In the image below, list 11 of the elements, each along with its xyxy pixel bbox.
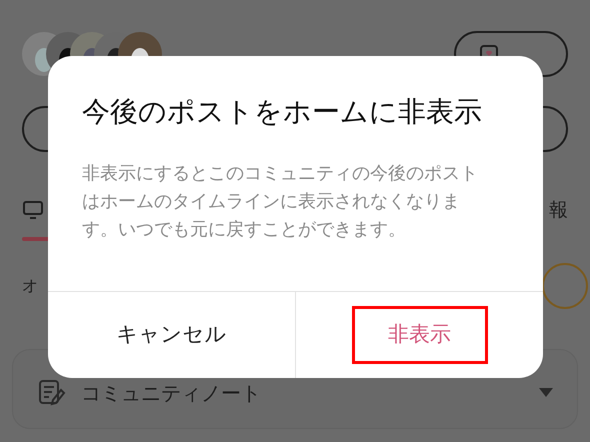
tab-label[interactable]: 報	[549, 196, 568, 224]
note-edit-icon	[37, 378, 67, 408]
caret-icon[interactable]	[539, 388, 553, 398]
dialog-message: 非表示にするとこのコミュニティの今後のポストはホームのタイムラインに表示されなくなります。いつでも元に戻すことができます。	[82, 162, 479, 242]
section-label: オ	[22, 274, 38, 296]
monitor-icon[interactable]	[22, 199, 44, 222]
gift-icon	[480, 45, 498, 57]
dialog-title: 今後のポストをホームに非表示	[82, 94, 483, 130]
note-label: コミュニティノート	[81, 380, 261, 406]
tab-indicator	[22, 236, 50, 240]
hide-button[interactable]: 非表示	[352, 306, 488, 364]
